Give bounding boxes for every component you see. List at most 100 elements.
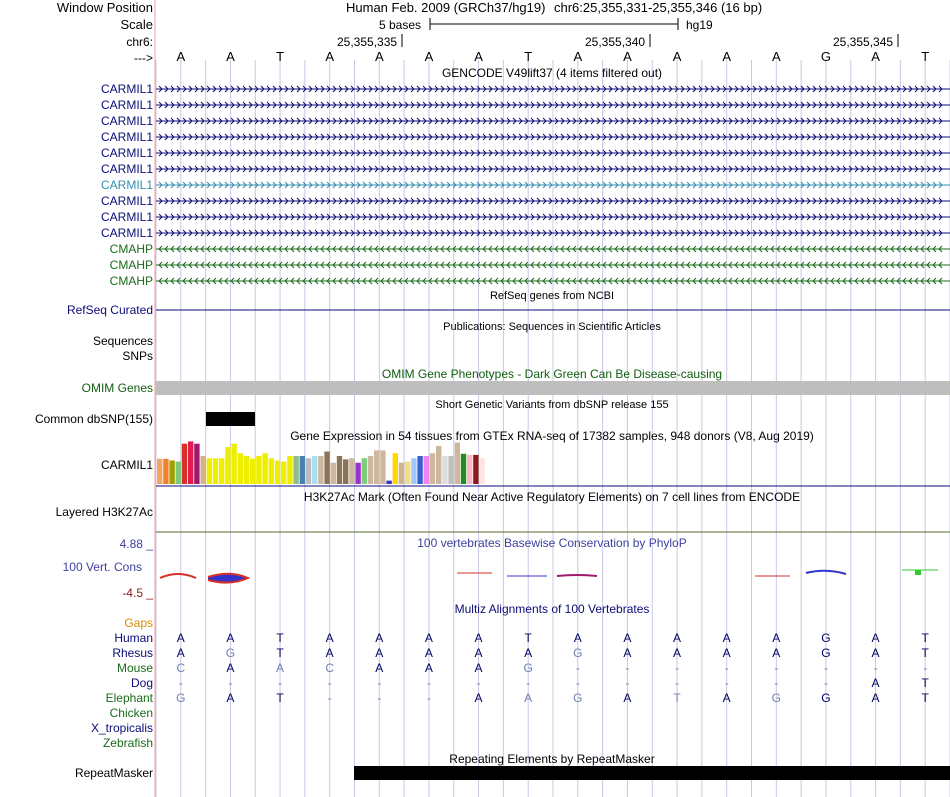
species-label[interactable]: Chicken — [110, 706, 153, 720]
gtex-tissue-bar — [479, 458, 485, 484]
publications-snps-label[interactable]: SNPs — [122, 349, 153, 363]
alignment-base: - — [278, 676, 283, 690]
gtex-tissue-bar — [448, 456, 454, 484]
alignment-base: - — [724, 676, 729, 690]
gtex-tissue-bar — [324, 451, 330, 484]
gencode-track-label[interactable]: CARMIL1 — [101, 178, 153, 192]
genome-browser-image[interactable]: Window Position Scale chr6: ---> CARMIL1 CARM… — [0, 0, 950, 797]
alignment-base: G — [573, 691, 583, 705]
species-label[interactable]: Dog — [131, 676, 153, 690]
chrom-label: chr6: — [126, 35, 153, 49]
gtex-tissue-bar — [380, 450, 386, 484]
gtex-track-label[interactable]: CARMIL1 — [101, 458, 153, 472]
gtex-tissue-bar — [398, 462, 405, 484]
gencode-track-label[interactable]: CARMIL1 — [101, 210, 153, 224]
species-label[interactable]: Mouse — [117, 661, 153, 675]
alignment-base: A — [623, 646, 632, 660]
alignment-base: - — [377, 676, 382, 690]
gtex-tissue-bar — [250, 458, 256, 484]
alignment-base: - — [476, 676, 481, 690]
repeatmasker-title: Repeating Elements by RepeatMasker — [449, 752, 655, 766]
alignment-base: T — [276, 691, 284, 705]
publications-title: Publications: Sequences in Scientific Ar… — [443, 321, 661, 333]
gencode-track-label[interactable]: CARMIL1 — [101, 98, 153, 112]
gtex-tissue-bar — [262, 453, 268, 484]
alignment-base: A — [524, 646, 533, 660]
gtex-tissue-bar — [194, 443, 200, 484]
gaps-track-label[interactable]: Gaps — [124, 616, 153, 630]
alignment-base: - — [426, 676, 431, 690]
gtex-tissue-bar — [157, 458, 163, 484]
gtex-tissue-bar — [349, 458, 355, 484]
publications-sequences-label[interactable]: Sequences — [93, 334, 153, 348]
alignment-base: - — [377, 691, 382, 705]
sequence-base: T — [524, 49, 533, 64]
alignment-base: G — [821, 646, 831, 660]
gtex-tissue-bar — [206, 458, 212, 484]
species-label[interactable]: Rhesus — [112, 646, 153, 660]
species-label[interactable]: Elephant — [106, 691, 153, 705]
gtex-tissue-bar — [460, 453, 467, 484]
alignment-base: A — [623, 691, 632, 705]
gencode-track-label[interactable]: CARMIL1 — [101, 114, 153, 128]
alignment-base: A — [722, 691, 731, 705]
omim-track-label[interactable]: OMIM Genes — [82, 381, 153, 395]
gtex-tissue-bar — [163, 458, 169, 484]
gtex-tissue-bar — [330, 462, 336, 484]
phylop-logo-a — [159, 573, 197, 579]
gtex-tissue-bar — [212, 458, 219, 484]
scale-db-text: hg19 — [686, 18, 713, 32]
species-label[interactable]: X_tropicalis — [91, 721, 153, 735]
dbsnp-track-label[interactable]: Common dbSNP(155) — [35, 412, 153, 426]
alignment-base: - — [327, 691, 332, 705]
refseq-track-label[interactable]: RefSeq Curated — [67, 303, 153, 317]
gtex-tissue-bar — [281, 461, 287, 484]
gencode-track-label[interactable]: CMAHP — [110, 258, 153, 272]
gtex-tissue-bar — [219, 458, 225, 484]
gencode-track-label[interactable]: CMAHP — [110, 242, 153, 256]
scale-label: Scale — [120, 17, 153, 32]
repeatmasker-track-label[interactable]: RepeatMasker — [75, 766, 153, 780]
assembly-text: Human Feb. 2009 (GRCh37/hg19) — [346, 0, 546, 15]
phylop-max-label: 4.88 _ — [119, 537, 153, 551]
alignment-base: A — [722, 646, 731, 660]
alignment-base: A — [226, 661, 235, 675]
alignment-base: A — [325, 631, 334, 645]
omim-title: OMIM Gene Phenotypes - Dark Green Can Be… — [381, 367, 723, 381]
gencode-track-label[interactable]: CMAHP — [110, 274, 153, 288]
alignment-base: A — [375, 661, 384, 675]
gencode-track-label[interactable]: CARMIL1 — [101, 162, 153, 176]
alignment-base: A — [871, 646, 880, 660]
gencode-track-label[interactable]: CARMIL1 — [101, 194, 153, 208]
gtex-tissue-bar — [188, 441, 194, 484]
gtex-tissue-bar — [293, 456, 299, 484]
h3k27ac-track-label[interactable]: Layered H3K27Ac — [56, 505, 153, 519]
sequence-base: A — [176, 49, 186, 64]
alignment-base: A — [375, 631, 384, 645]
refseq-title: RefSeq genes from NCBI — [489, 290, 615, 302]
gencode-track-label[interactable]: CARMIL1 — [101, 82, 153, 96]
gtex-title: Gene Expression in 54 tissues from GTEx … — [290, 429, 814, 443]
alignment-base: A — [424, 631, 433, 645]
dbsnp-variant-feature — [206, 412, 255, 426]
alignment-base: - — [526, 676, 531, 690]
gtex-tissue-bar — [361, 458, 367, 484]
species-label[interactable]: Human — [114, 631, 153, 645]
sequence-base: A — [226, 49, 235, 64]
alignment-base: A — [474, 646, 483, 660]
alignment-base: T — [921, 631, 929, 645]
alignment-base: A — [871, 676, 880, 690]
species-label[interactable]: Zebrafish — [103, 736, 153, 750]
alignment-base: - — [823, 676, 828, 690]
alignment-base: A — [226, 631, 235, 645]
sequence-base: A — [672, 49, 682, 64]
sequence-base: A — [573, 49, 583, 64]
gtex-tissue-bar — [405, 461, 411, 484]
gencode-track-label[interactable]: CARMIL1 — [101, 226, 153, 240]
gtex-tissue-bar — [411, 458, 417, 484]
alignment-base: A — [772, 631, 781, 645]
gencode-track-label[interactable]: CARMIL1 — [101, 130, 153, 144]
alignment-base: T — [921, 691, 929, 705]
gencode-track-label[interactable]: CARMIL1 — [101, 146, 153, 160]
phylop-track-label[interactable]: 100 Vert. Cons — [63, 560, 142, 574]
